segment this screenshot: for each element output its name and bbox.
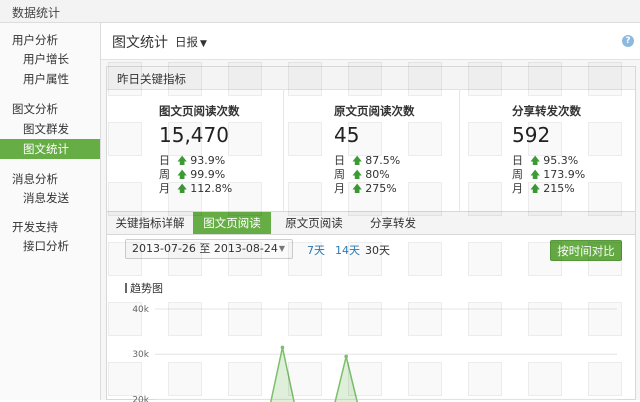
- tab-shares[interactable]: 分享转发: [357, 212, 429, 234]
- y-tick-label: 40k: [132, 305, 149, 315]
- key-metrics-header: 昨日关键指标: [107, 67, 635, 90]
- period-label: 日报: [175, 35, 198, 49]
- range-30-days[interactable]: 30天: [365, 242, 390, 258]
- metric-label: 分享转发次数: [512, 104, 581, 118]
- y-tick-label: 20k: [132, 395, 149, 402]
- data-point: [344, 354, 348, 359]
- range-7-days[interactable]: 7天: [307, 242, 325, 258]
- comparison-pct: 112.8%: [190, 182, 233, 195]
- sidebar-group-user: 用户分析: [12, 33, 58, 47]
- sidebar: 用户分析 用户增长 用户属性 图文分析 图文群发 图文统计 消息分析 消息发送 …: [0, 23, 101, 400]
- page-title: 图文统计: [112, 35, 168, 51]
- metric-value: 592: [512, 123, 551, 147]
- series-area: [155, 347, 617, 402]
- up-arrow-icon: 🡅: [352, 184, 363, 195]
- chevron-down-icon: ▼: [200, 39, 207, 49]
- period-dropdown[interactable]: 日报 ▼: [175, 34, 207, 50]
- detail-tabs: 关键指标详解 图文页阅读 原文页阅读 分享转发: [107, 212, 635, 235]
- sidebar-group-dev: 开发支持: [12, 220, 58, 234]
- metric-value: 45: [334, 123, 360, 147]
- trend-chart: 40k 30k 20k: [132, 305, 617, 402]
- metric-value: 15,470: [159, 123, 229, 147]
- data-point: [280, 345, 285, 350]
- compare-by-time-button[interactable]: 按时间对比: [550, 240, 622, 261]
- tab-original-reads[interactable]: 原文页阅读: [271, 212, 357, 234]
- comparison-period: 月: [512, 182, 523, 195]
- sidebar-item-user-growth[interactable]: 用户增长: [0, 49, 100, 69]
- main-header: 图文统计 日报 ▼ ?: [101, 23, 640, 60]
- main-content: 图文统计 日报 ▼ ? 昨日关键指标 图文页阅读次数 15,470 日 🡅 93.9%…: [101, 23, 640, 402]
- up-arrow-icon: 🡅: [177, 184, 188, 195]
- comparison-pct: 215%: [543, 182, 575, 195]
- key-metrics-title: 昨日关键指标: [117, 72, 186, 86]
- top-bar: 数据统计: [0, 0, 640, 23]
- sidebar-item-message-send[interactable]: 消息发送: [0, 188, 100, 208]
- sidebar-item-api-analysis[interactable]: 接口分析: [0, 236, 100, 256]
- comparison-row: 月 🡅 275%: [334, 180, 397, 199]
- key-metrics-panel: 昨日关键指标 图文页阅读次数 15,470 日 🡅 93.9% 周 🡅 99.9% 月 🡅…: [106, 66, 636, 226]
- tab-article-reads[interactable]: 图文页阅读: [193, 212, 271, 234]
- app-title: 数据统计: [12, 6, 61, 20]
- comparison-row: 月 🡅 112.8%: [159, 180, 232, 199]
- metric-card: 原文页阅读次数 45 日 🡅 87.5% 周 🡅 80% 月 🡅 275%: [283, 89, 459, 225]
- caret-down-icon: ▼: [278, 244, 285, 253]
- range-14-days[interactable]: 14天: [335, 242, 360, 258]
- sidebar-group-message: 消息分析: [12, 172, 58, 186]
- metric-label: 原文页阅读次数: [334, 104, 415, 118]
- sidebar-group-article: 图文分析: [12, 102, 58, 116]
- metric-label: 图文页阅读次数: [159, 104, 240, 118]
- metric-card: 分享转发次数 592 日 🡅 95.3% 周 🡅 173.9% 月 🡅 215%: [459, 89, 635, 225]
- tab-key-metrics-detail[interactable]: 关键指标详解: [107, 212, 193, 234]
- comparison-pct: 275%: [365, 182, 397, 195]
- series-line: [270, 347, 359, 402]
- date-range-picker[interactable]: 2013-07-26 至 2013-08-24 ▼: [125, 239, 293, 259]
- detail-panel: 关键指标详解 图文页阅读 原文页阅读 分享转发 2013-07-26 至 201…: [106, 211, 636, 402]
- comparison-period: 月: [334, 182, 345, 195]
- question-circle-icon[interactable]: ?: [622, 35, 634, 47]
- comparison-period: 月: [159, 182, 170, 195]
- sidebar-item-article-broadcast[interactable]: 图文群发: [0, 119, 100, 139]
- comparison-row: 月 🡅 215%: [512, 180, 575, 199]
- up-arrow-icon: 🡅: [530, 184, 541, 195]
- y-tick-label: 30k: [132, 350, 149, 360]
- sidebar-item-user-attributes[interactable]: 用户属性: [0, 69, 100, 89]
- sidebar-item-article-stats[interactable]: 图文统计: [0, 139, 100, 159]
- date-range-value: 2013-07-26 至 2013-08-24: [132, 242, 278, 255]
- metric-card: 图文页阅读次数 15,470 日 🡅 93.9% 周 🡅 99.9% 月 🡅 112.8%: [107, 89, 283, 225]
